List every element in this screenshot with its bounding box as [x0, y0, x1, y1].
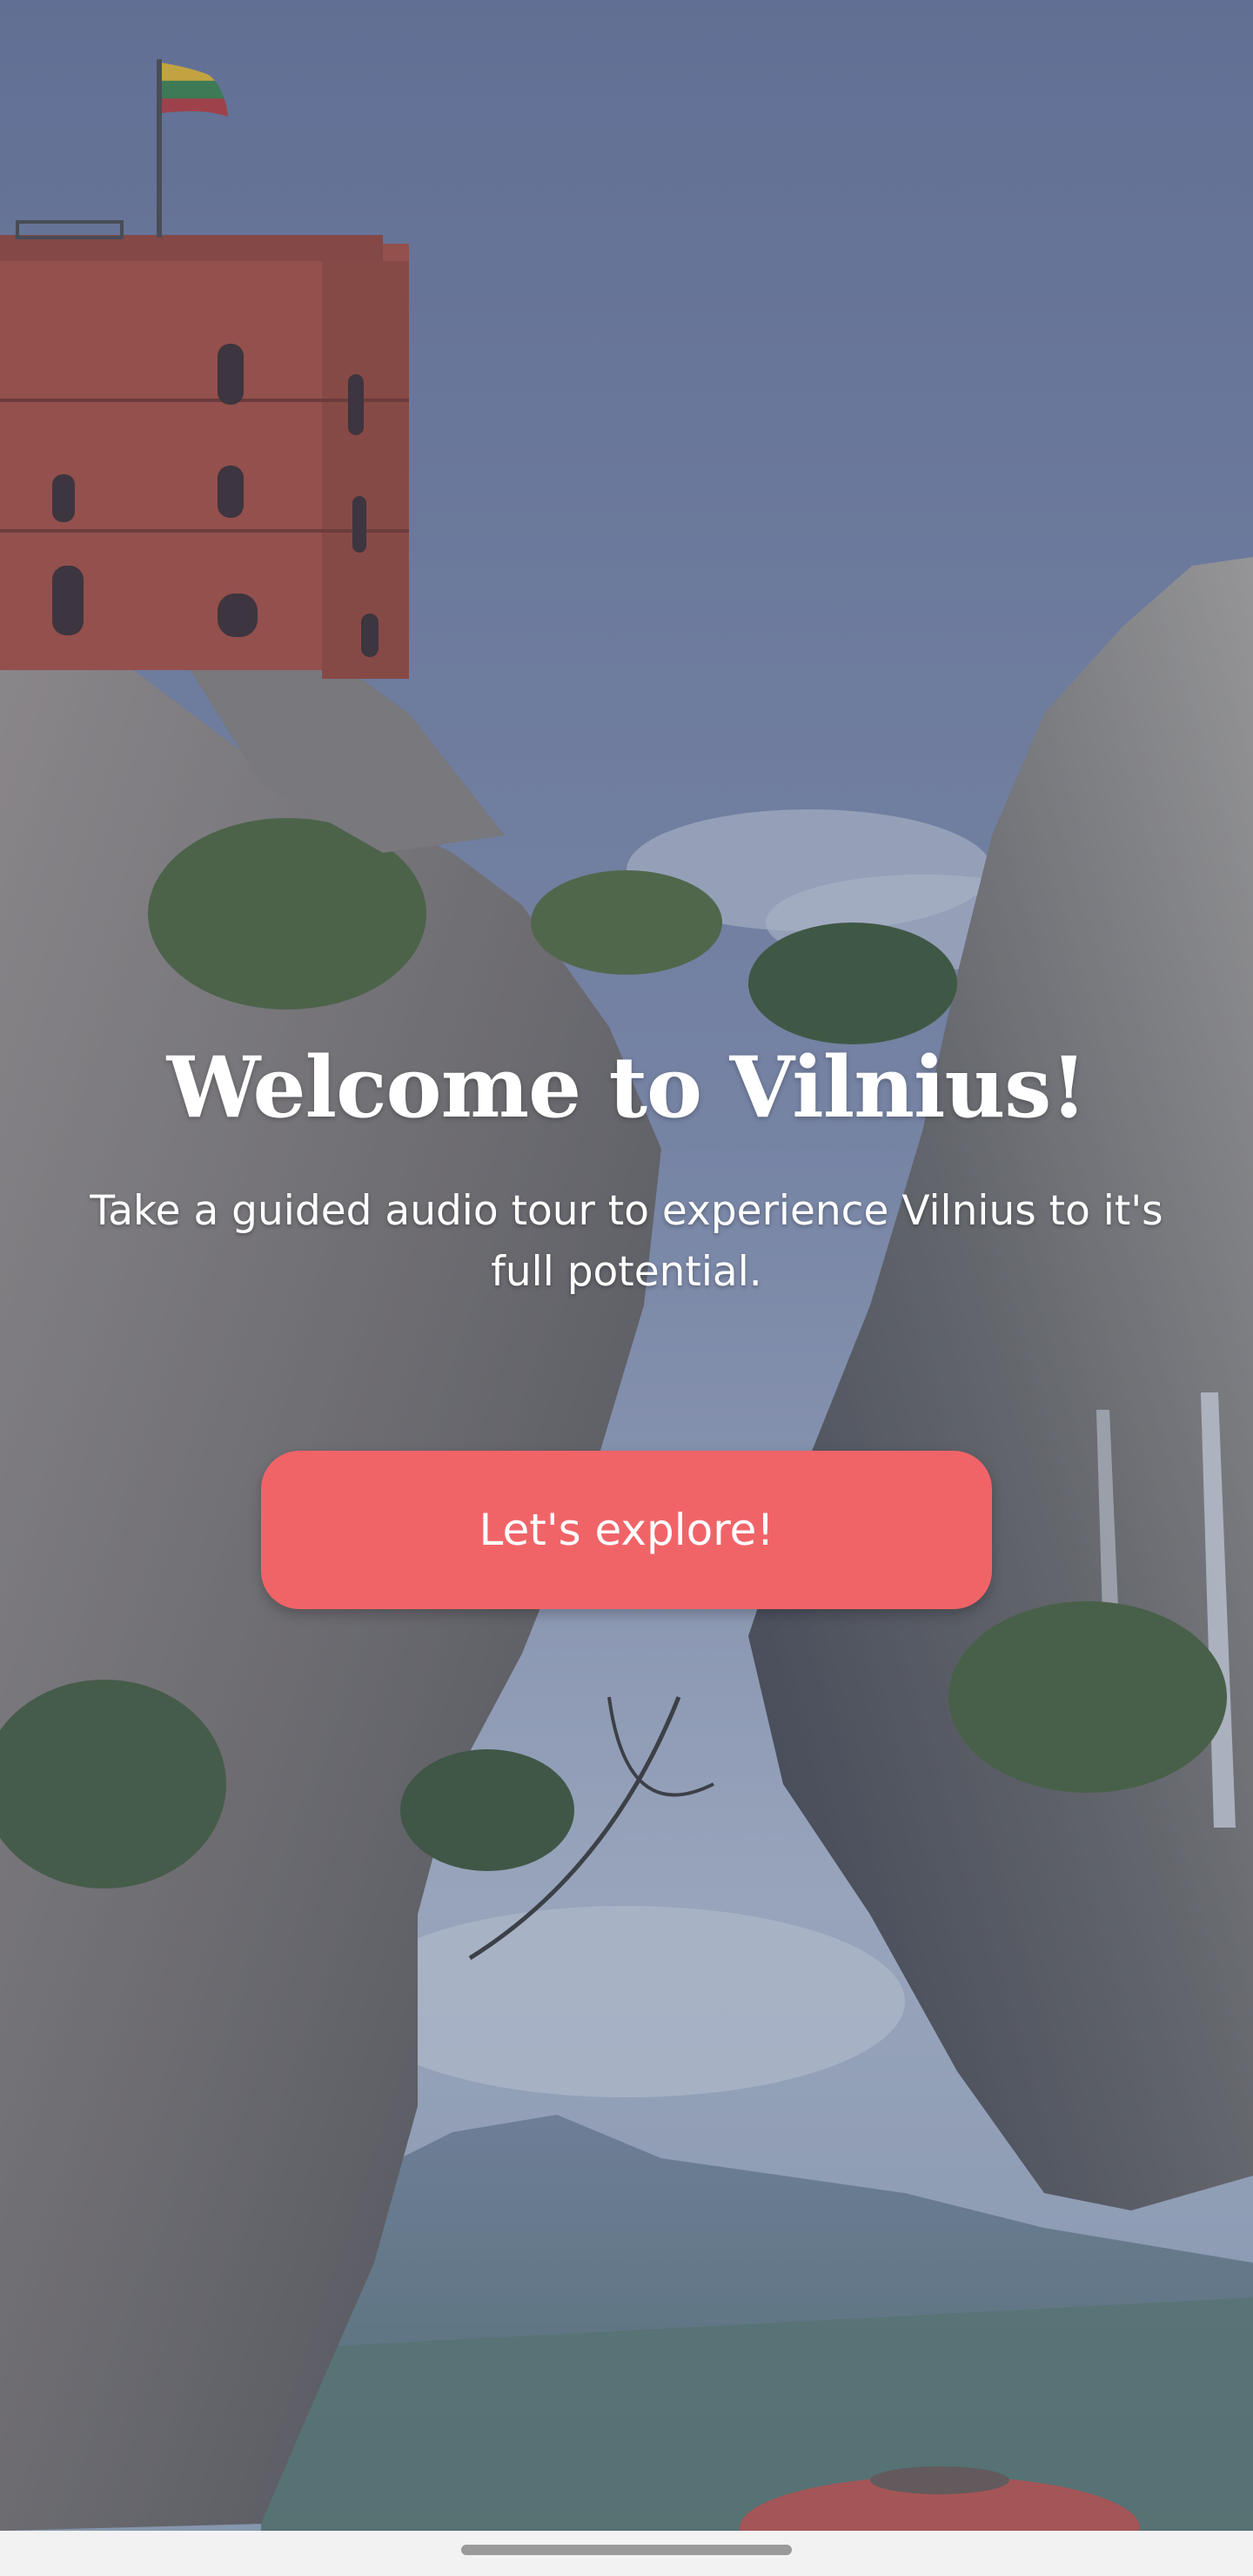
system-navigation-bar: [0, 2531, 1253, 2576]
gesture-handle[interactable]: [461, 2545, 792, 2555]
welcome-panel: Welcome to Vilnius! Take a guided audio …: [0, 1031, 1253, 1609]
welcome-title: Welcome to Vilnius!: [166, 1038, 1088, 1137]
welcome-subtitle: Take a guided audio tour to experience V…: [90, 1187, 1163, 1296]
lets-explore-button[interactable]: Let's explore!: [261, 1451, 992, 1609]
